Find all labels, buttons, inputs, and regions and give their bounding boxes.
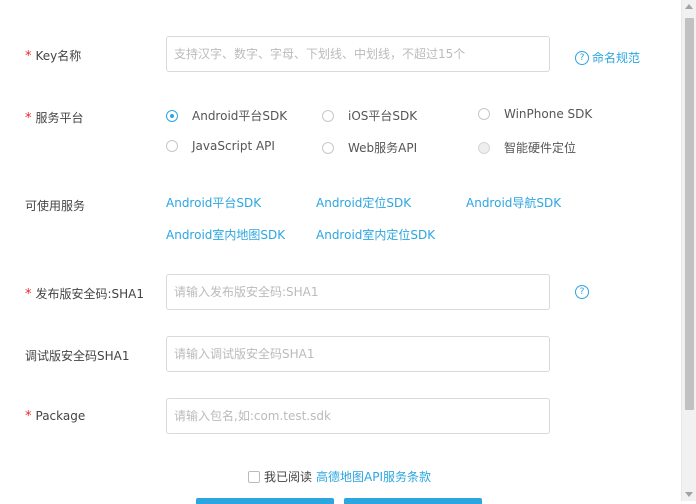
- naming-rules-link[interactable]: ? 命名规范: [575, 49, 640, 66]
- radio-unchecked-icon: [322, 141, 334, 154]
- radio-checked-icon: [166, 109, 178, 122]
- package-input[interactable]: [166, 398, 550, 434]
- service-link-android-indoor-map-sdk[interactable]: Android室内地图SDK: [166, 226, 285, 243]
- service-link-android-indoor-location-sdk[interactable]: Android室内定位SDK: [316, 226, 435, 243]
- required-mark: *: [25, 49, 32, 64]
- service-link-android-sdk[interactable]: Android平台SDK: [166, 194, 261, 211]
- scroll-up-arrow-icon[interactable]: [685, 4, 693, 9]
- radio-disabled-icon: [478, 141, 490, 154]
- vertical-scrollbar[interactable]: [681, 0, 696, 501]
- radio-smart-hardware-location: 智能硬件定位: [478, 139, 576, 156]
- service-link-android-navigation-sdk[interactable]: Android导航SDK: [466, 194, 561, 211]
- cancel-button[interactable]: [344, 498, 482, 504]
- key-name-input[interactable]: [166, 36, 550, 72]
- agreement-row: 我已阅读 高德地图API服务条款: [248, 468, 431, 485]
- agreement-checkbox[interactable]: [248, 470, 260, 483]
- required-mark: *: [25, 287, 32, 302]
- key-name-label: * Key名称: [25, 49, 82, 64]
- service-link-android-location-sdk[interactable]: Android定位SDK: [316, 194, 411, 211]
- question-circle-icon: ?: [575, 50, 589, 65]
- radio-unchecked-icon: [322, 109, 334, 122]
- scrollbar-thumb[interactable]: [685, 18, 694, 410]
- platform-label: * 服务平台: [25, 111, 84, 126]
- package-label: * Package: [25, 409, 86, 424]
- required-mark: *: [25, 409, 32, 424]
- debug-sha1-input[interactable]: [166, 336, 550, 372]
- radio-javascript-api[interactable]: JavaScript API: [166, 139, 275, 153]
- release-sha1-help[interactable]: ?: [575, 285, 592, 299]
- terms-link[interactable]: 高德地图API服务条款: [316, 468, 431, 485]
- required-mark: *: [25, 111, 32, 126]
- radio-ios-sdk[interactable]: iOS平台SDK: [322, 107, 417, 124]
- radio-unchecked-icon: [478, 108, 490, 120]
- radio-android-sdk[interactable]: Android平台SDK: [166, 107, 287, 124]
- radio-winphone-sdk[interactable]: WinPhone SDK: [478, 107, 592, 121]
- radio-web-service-api[interactable]: Web服务API: [322, 139, 417, 156]
- release-sha1-input[interactable]: [166, 274, 550, 310]
- release-sha1-label: * 发布版安全码:SHA1: [25, 287, 145, 302]
- scroll-down-arrow-icon[interactable]: [685, 492, 693, 497]
- services-label: 可使用服务: [25, 199, 86, 213]
- submit-button[interactable]: [196, 498, 334, 504]
- question-circle-icon: ?: [575, 285, 589, 299]
- debug-sha1-label: 调试版安全码SHA1: [25, 349, 130, 363]
- radio-unchecked-icon: [166, 140, 178, 152]
